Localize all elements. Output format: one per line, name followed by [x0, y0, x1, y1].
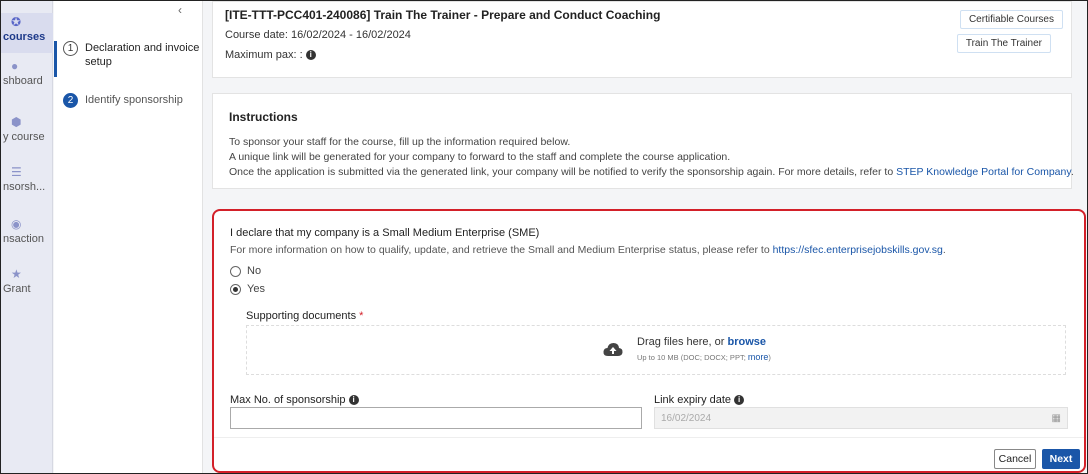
info-icon[interactable]: i: [305, 50, 316, 61]
knowledge-portal-link[interactable]: STEP Knowledge Portal for Company: [896, 166, 1071, 178]
rail-item-transaction[interactable]: ◉ nsaction: [1, 217, 53, 245]
home-icon: ✪: [11, 15, 22, 29]
drop-text: Drag files here, or browse: [637, 336, 766, 348]
dashboard-icon: ●: [11, 59, 19, 73]
cloud-upload-icon: [603, 343, 623, 356]
instruction-line: Once the application is submitted via th…: [229, 166, 1074, 178]
sme-question: I declare that my company is a Small Med…: [230, 227, 540, 239]
radio-no[interactable]: No: [230, 265, 261, 277]
max-sponsorship-input[interactable]: [230, 407, 642, 429]
file-dropzone[interactable]: Drag files here, or browse Up to 10 MB (…: [246, 325, 1066, 375]
list-icon: ☰: [11, 165, 22, 179]
course-date: Course date: 16/02/2024 - 16/02/2024: [225, 29, 411, 41]
sfec-link[interactable]: https://sfec.enterprisejobskills.gov.sg: [773, 244, 943, 256]
step-label: Declaration and invoice setup: [85, 42, 200, 68]
more-link[interactable]: more: [748, 352, 769, 362]
main-content: [ITE-TTT-PCC401-240086] Train The Traine…: [204, 1, 1087, 473]
info-icon[interactable]: i: [734, 395, 745, 406]
nav-rail: ✪ courses ● shboard ⬢ y course ☰ nsorsh.…: [1, 1, 53, 473]
browse-link[interactable]: browse: [727, 336, 766, 348]
rail-item-my-course[interactable]: ⬢ y course: [1, 115, 53, 143]
info-icon[interactable]: i: [348, 395, 359, 406]
course-pax: Maximum pax: : i: [225, 49, 316, 61]
sme-info: For more information on how to qualify, …: [230, 244, 946, 256]
radio-circle-checked[interactable]: [230, 283, 241, 295]
divider: [214, 437, 1084, 438]
link-expiry-input: 16/02/2024 ▦: [654, 407, 1068, 429]
next-button[interactable]: Next: [1042, 449, 1080, 469]
sponsorship-form: I declare that my company is a Small Med…: [212, 209, 1086, 473]
step-declaration[interactable]: 1 Declaration and invoice setup: [54, 41, 203, 81]
tag-train-the-trainer: Train The Trainer: [956, 34, 1051, 53]
instruction-line: A unique link will be generated for your…: [229, 151, 731, 163]
supporting-documents-label: Supporting documents *: [246, 310, 364, 322]
collapse-chevron-icon[interactable]: ‹: [178, 3, 182, 17]
trophy-icon: ★: [11, 267, 22, 281]
link-expiry-label: Link expiry date i: [654, 394, 745, 406]
instructions-card: Instructions To sponsor your staff for t…: [212, 93, 1074, 189]
radio-circle[interactable]: [230, 265, 241, 277]
step-panel: ‹ 1 Declaration and invoice setup 2 Iden…: [54, 1, 203, 473]
step-number: 1: [63, 41, 78, 56]
rail-item-courses[interactable]: ✪ courses: [1, 13, 53, 53]
file-limits: Up to 10 MB (DOC; DOCX; PPT; more): [637, 352, 771, 362]
radio-yes[interactable]: Yes: [230, 283, 265, 295]
app-window: ✪ courses ● shboard ⬢ y course ☰ nsorsh.…: [0, 0, 1088, 474]
max-sponsorship-label: Max No. of sponsorship i: [230, 394, 359, 406]
transaction-icon: ◉: [11, 217, 22, 231]
cancel-button[interactable]: Cancel: [994, 449, 1036, 469]
course-icon: ⬢: [11, 115, 22, 129]
course-title: [ITE-TTT-PCC401-240086] Train The Traine…: [225, 8, 661, 22]
tag-certifiable-courses: Certifiable Courses: [959, 10, 1063, 29]
course-card: [ITE-TTT-PCC401-240086] Train The Traine…: [212, 1, 1072, 78]
instructions-title: Instructions: [229, 110, 298, 124]
calendar-icon: ▦: [1051, 413, 1061, 424]
instruction-line: To sponsor your staff for the course, fi…: [229, 136, 571, 148]
required-mark: *: [359, 310, 364, 322]
step-label: Identify sponsorship: [85, 94, 183, 106]
rail-item-sponsorship[interactable]: ☰ nsorsh...: [1, 165, 53, 193]
step-number: 2: [63, 93, 78, 108]
rail-item-dashboard[interactable]: ● shboard: [1, 59, 53, 87]
step-identify-sponsorship[interactable]: 2 Identify sponsorship: [54, 93, 203, 108]
rail-item-grant[interactable]: ★ Grant: [1, 267, 53, 295]
